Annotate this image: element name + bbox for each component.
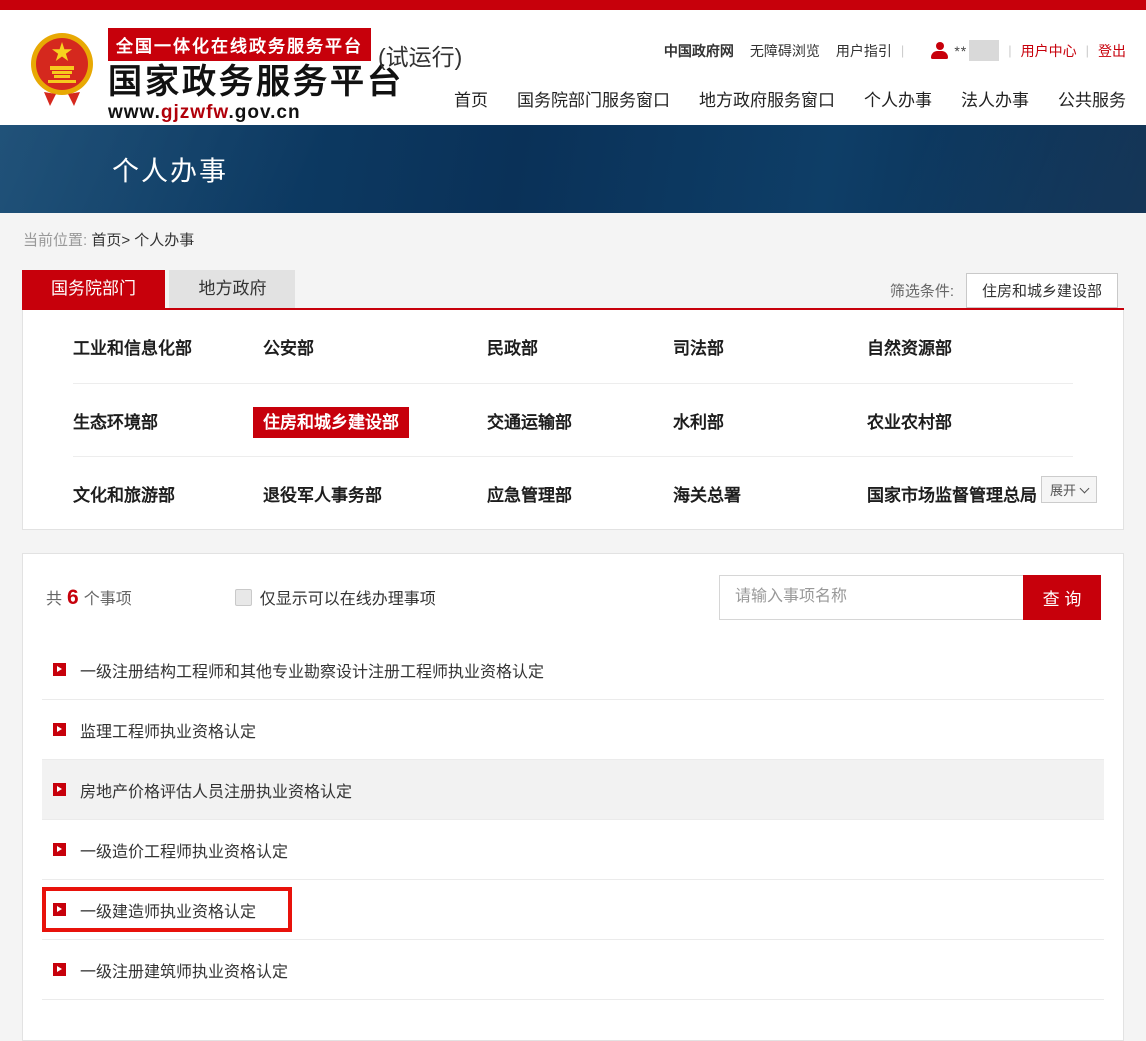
list-item-annotated[interactable]: 一级建造师执业资格认定: [42, 880, 1104, 940]
filter-label: 筛选条件:: [890, 280, 954, 301]
trial-run-label: (试运行): [378, 38, 462, 72]
divider: |: [1086, 43, 1089, 58]
item-label: 一级建造师执业资格认定: [80, 898, 256, 922]
site-logo[interactable]: 全国一体化在线政务服务平台 国家政务服务平台 www.gjzwfw.gov.cn: [30, 24, 404, 124]
search-area: 查 询: [719, 575, 1101, 620]
dept-agriculture-rural[interactable]: 农业农村部: [867, 408, 1073, 433]
results-count: 共6个事项: [46, 585, 132, 610]
departments-panel: 工业和信息化部 公安部 民政部 司法部 自然资源部 生态环境部 住房和城乡建设部…: [22, 310, 1124, 530]
search-button[interactable]: 查 询: [1023, 575, 1101, 620]
dept-public-security[interactable]: 公安部: [263, 334, 487, 359]
divider: |: [1008, 43, 1011, 58]
results-count-number: 6: [67, 586, 79, 609]
national-emblem-icon: [30, 30, 94, 106]
red-arrow-bullet-icon: [53, 663, 66, 676]
dept-emergency-management[interactable]: 应急管理部: [487, 481, 673, 506]
dept-natural-resources[interactable]: 自然资源部: [867, 334, 1073, 359]
nav-public-services[interactable]: 公共服务: [1058, 86, 1126, 111]
item-label: 监理工程师执业资格认定: [80, 718, 256, 742]
site-title: 国家政务服务平台: [108, 63, 404, 102]
page-banner: 个人办事: [0, 125, 1146, 213]
nav-home[interactable]: 首页: [454, 86, 488, 111]
department-row: 文化和旅游部 退役军人事务部 应急管理部 海关总署 国家市场监督管理总局: [73, 456, 1073, 529]
nav-state-council-departments[interactable]: 国务院部门服务窗口: [517, 86, 670, 111]
username-masked: **: [954, 43, 967, 59]
red-arrow-bullet-icon: [53, 963, 66, 976]
red-arrow-bullet-icon: [53, 903, 66, 916]
link-user-guide[interactable]: 用户指引: [836, 41, 892, 61]
online-only-checkbox[interactable]: [235, 589, 252, 606]
tab-state-council-departments[interactable]: 国务院部门: [22, 270, 165, 308]
username-redaction-box: [969, 40, 999, 61]
list-item[interactable]: 一级注册建筑师执业资格认定: [42, 940, 1104, 1000]
breadcrumb-separator: >: [121, 232, 130, 249]
results-toolbar: 共6个事项 仅显示可以在线办理事项 查 询: [23, 554, 1123, 620]
online-only-checkbox-label[interactable]: 仅显示可以在线办理事项: [260, 585, 436, 609]
site-header: 全国一体化在线政务服务平台 国家政务服务平台 www.gjzwfw.gov.cn…: [0, 10, 1146, 125]
dept-customs[interactable]: 海关总署: [673, 481, 867, 506]
service-item-list: 一级注册结构工程师和其他专业勘察设计注册工程师执业资格认定 监理工程师执业资格认…: [23, 640, 1123, 1000]
list-item[interactable]: 一级造价工程师执业资格认定: [42, 820, 1104, 880]
item-label: 一级注册建筑师执业资格认定: [80, 958, 288, 982]
dept-veterans-affairs[interactable]: 退役军人事务部: [263, 481, 487, 506]
dept-miit[interactable]: 工业和信息化部: [73, 334, 263, 359]
tab-local-government[interactable]: 地方政府: [169, 270, 295, 308]
filter-chip-department[interactable]: 住房和城乡建设部: [966, 273, 1118, 308]
results-panel: 共6个事项 仅显示可以在线办理事项 查 询 一级注册结构工程师和其他专业勘察设计…: [22, 553, 1124, 1041]
dept-housing-urban-rural-selected[interactable]: 住房和城乡建设部: [263, 408, 487, 433]
top-red-strip: [0, 0, 1146, 10]
dept-culture-tourism[interactable]: 文化和旅游部: [73, 481, 263, 506]
tabs-row: 国务院部门 地方政府 筛选条件: 住房和城乡建设部: [22, 270, 1124, 308]
chevron-down-icon: [1080, 483, 1090, 493]
link-user-center[interactable]: 用户中心: [1021, 41, 1077, 61]
breadcrumb-home-link[interactable]: 首页: [91, 232, 121, 249]
breadcrumb-label: 当前位置:: [23, 232, 87, 249]
department-row: 生态环境部 住房和城乡建设部 交通运输部 水利部 农业农村部: [73, 383, 1073, 456]
red-arrow-bullet-icon: [53, 723, 66, 736]
link-accessibility[interactable]: 无障碍浏览: [750, 41, 820, 61]
filter-area: 筛选条件: 住房和城乡建设部: [890, 273, 1118, 308]
breadcrumb-current: 个人办事: [134, 232, 194, 249]
red-arrow-bullet-icon: [53, 843, 66, 856]
main-nav: 首页 国务院部门服务窗口 地方政府服务窗口 个人办事 法人办事 公共服务: [425, 86, 1126, 111]
nav-personal-services[interactable]: 个人办事: [864, 86, 932, 111]
breadcrumb: 当前位置: 首页> 个人办事: [23, 229, 1146, 250]
utility-bar: 中国政府网 无障碍浏览 用户指引 | ** | 用户中心 | 登出: [664, 40, 1126, 61]
page-title: 个人办事: [112, 150, 228, 189]
link-gov-site[interactable]: 中国政府网: [664, 41, 734, 61]
item-label: 房地产价格评估人员注册执业资格认定: [80, 778, 352, 802]
dept-civil-affairs[interactable]: 民政部: [487, 334, 673, 359]
list-item[interactable]: 监理工程师执业资格认定: [42, 700, 1104, 760]
list-item[interactable]: 一级注册结构工程师和其他专业勘察设计注册工程师执业资格认定: [42, 640, 1104, 700]
dept-justice[interactable]: 司法部: [673, 334, 867, 359]
dept-transport[interactable]: 交通运输部: [487, 408, 673, 433]
expand-button[interactable]: 展开: [1041, 476, 1097, 503]
dept-ecology-environment[interactable]: 生态环境部: [73, 408, 263, 433]
department-row: 工业和信息化部 公安部 民政部 司法部 自然资源部: [73, 310, 1073, 383]
divider: |: [901, 43, 904, 58]
item-label: 一级造价工程师执业资格认定: [80, 838, 288, 862]
item-label: 一级注册结构工程师和其他专业勘察设计注册工程师执业资格认定: [80, 658, 544, 682]
nav-legal-person-services[interactable]: 法人办事: [961, 86, 1029, 111]
link-logout[interactable]: 登出: [1098, 41, 1126, 61]
red-arrow-bullet-icon: [53, 783, 66, 796]
user-avatar-icon: [931, 42, 948, 59]
search-input[interactable]: [719, 575, 1023, 620]
dept-water-resources[interactable]: 水利部: [673, 408, 867, 433]
logo-badge: 全国一体化在线政务服务平台: [108, 28, 371, 61]
list-item-hovered[interactable]: 房地产价格评估人员注册执业资格认定: [42, 760, 1104, 820]
nav-local-government[interactable]: 地方政府服务窗口: [699, 86, 835, 111]
site-url: www.gjzwfw.gov.cn: [108, 102, 404, 124]
